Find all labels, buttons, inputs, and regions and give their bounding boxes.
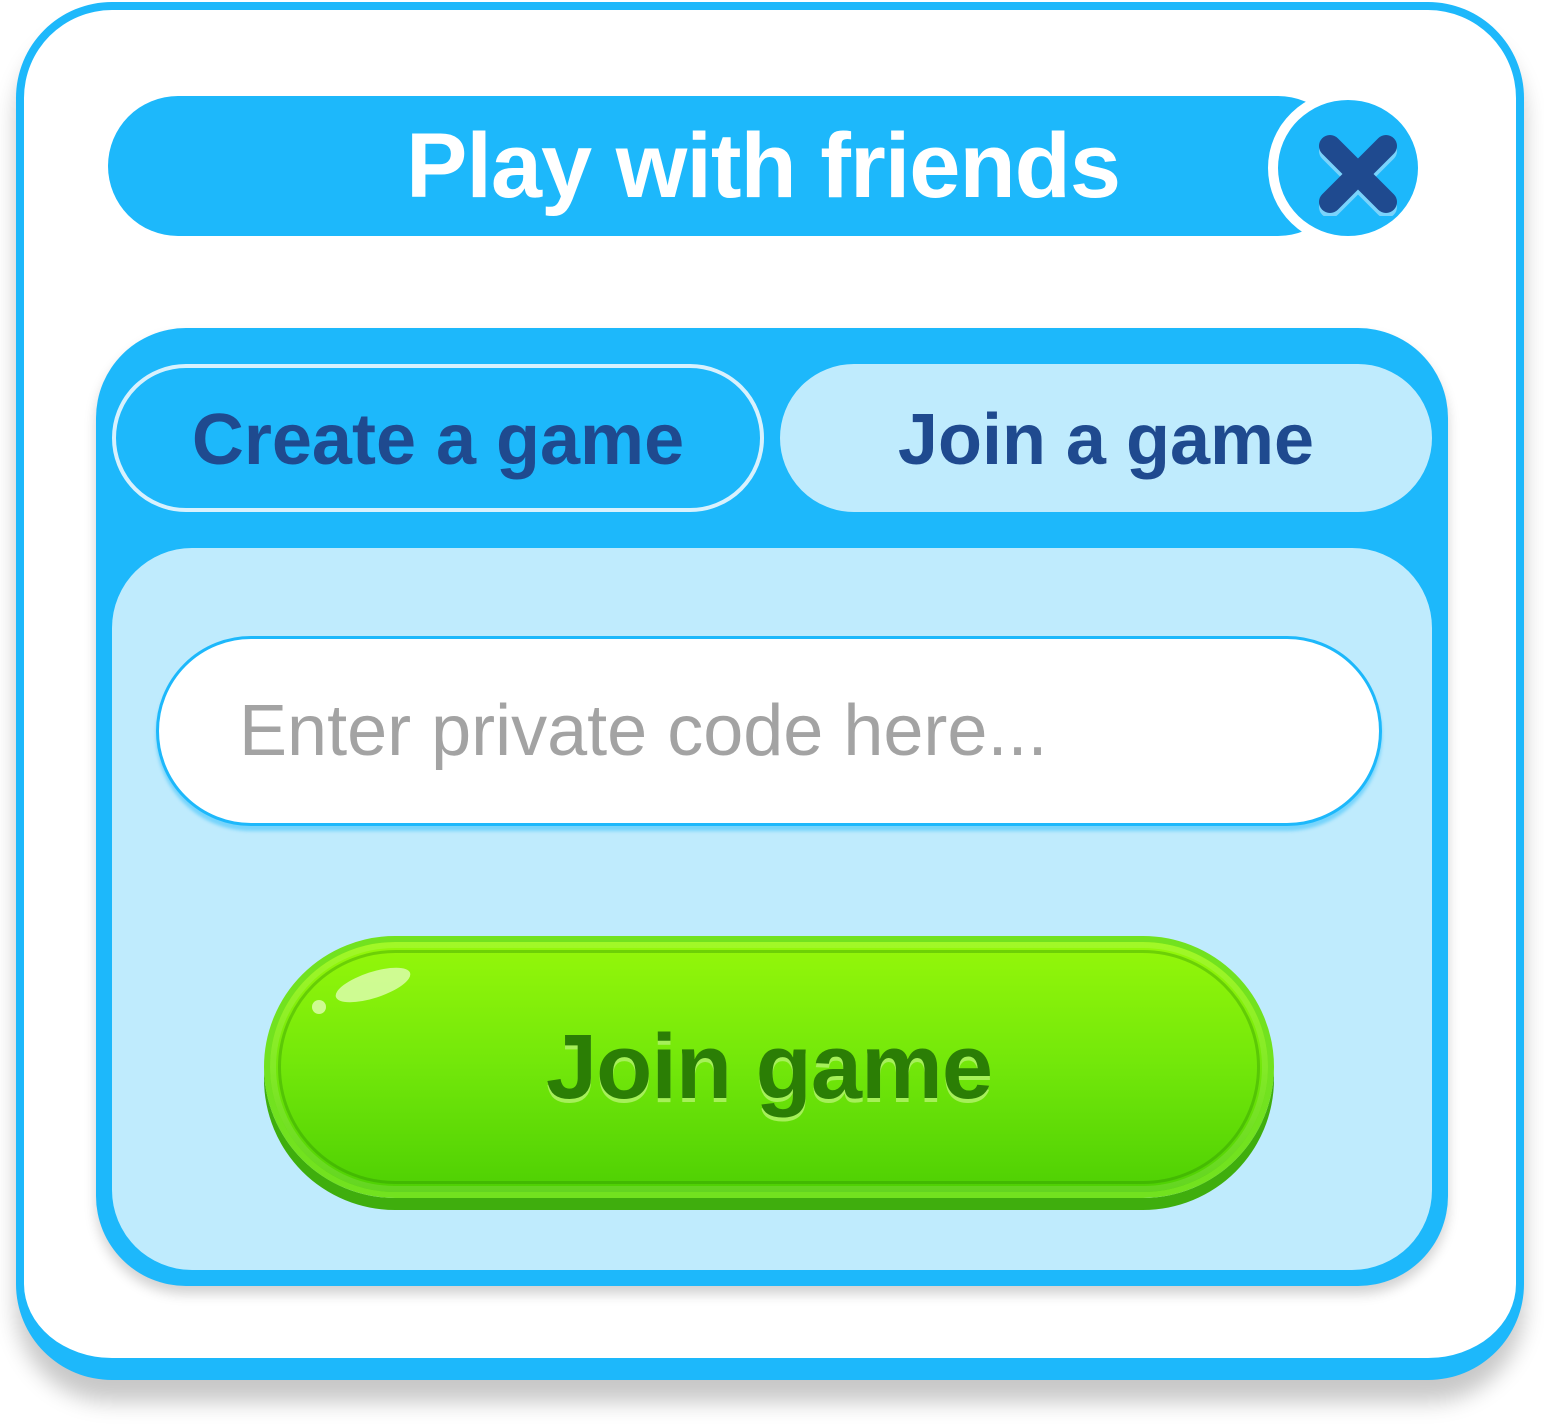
dialog-title: Play with friends bbox=[405, 115, 1121, 217]
join-game-button[interactable]: Join game bbox=[264, 936, 1274, 1198]
private-code-input[interactable] bbox=[156, 636, 1382, 826]
tab-create-game-label: Create a game bbox=[191, 400, 685, 480]
tab-create-game[interactable]: Create a game bbox=[112, 364, 764, 512]
close-icon bbox=[1319, 135, 1397, 216]
join-game-button-label: Join game bbox=[545, 1016, 993, 1118]
tab-join-game[interactable]: Join a game bbox=[780, 364, 1432, 512]
title-bar: Play with friends bbox=[108, 96, 1348, 236]
tab-join-game-label: Join a game bbox=[897, 400, 1315, 480]
game-panel: Create a game Join a game Join game bbox=[96, 328, 1448, 1286]
join-game-content: Join game bbox=[112, 548, 1432, 1270]
stage: Play with friends Create a game Join a g… bbox=[0, 0, 1544, 1424]
close-button[interactable] bbox=[1268, 90, 1428, 246]
